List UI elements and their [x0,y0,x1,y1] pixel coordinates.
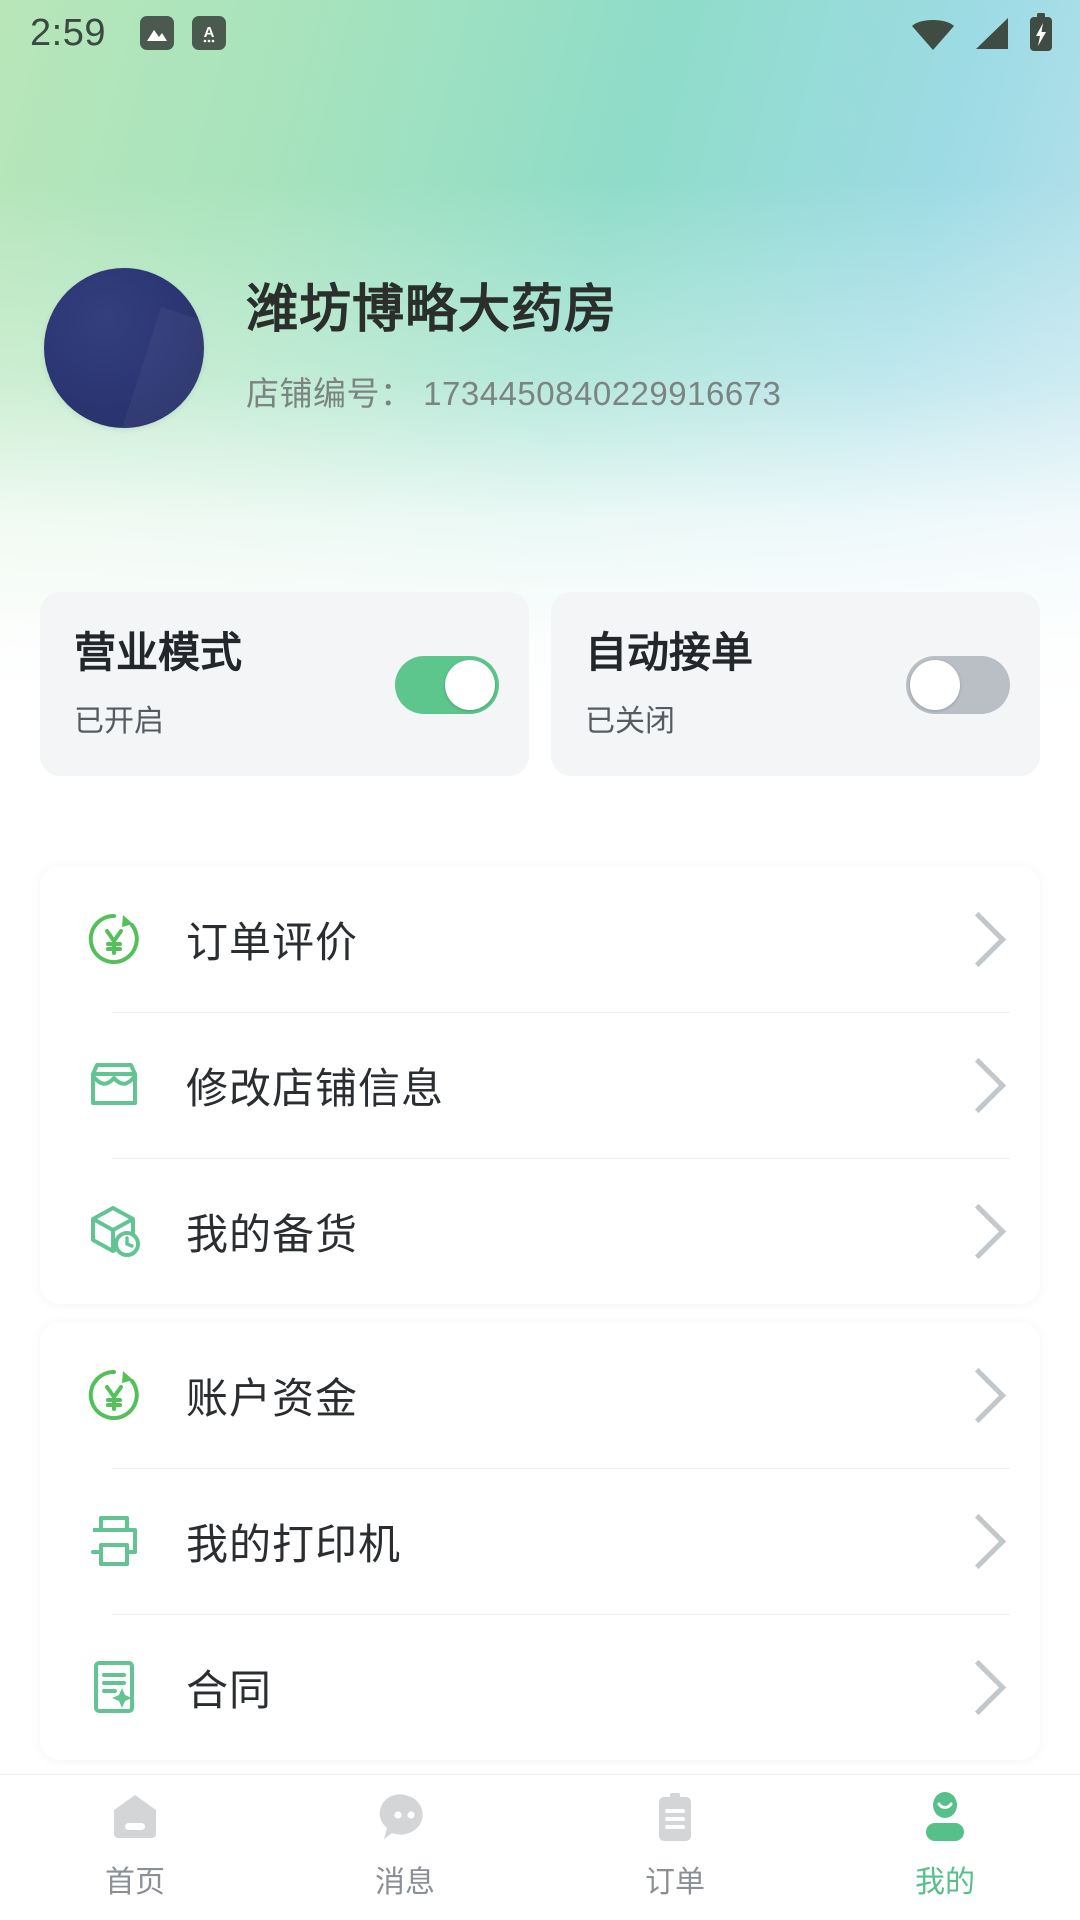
business-mode-card[interactable]: 营业模式 已开启 [40,592,529,776]
status-bar-time: 2:59 [30,11,106,54]
nav-item-messages[interactable]: 消息 [270,1789,540,1901]
menu-item-label: 合同 [186,1666,273,1714]
nav-item-label: 我的 [915,1866,975,1899]
menu-item-label: 订单评价 [186,918,359,966]
nav-item-home[interactable]: 首页 [0,1789,270,1901]
menu-item-order-review[interactable]: 订单评价 [40,866,1040,1012]
shop-id: 店铺编号： 1734450840229916673 [246,374,782,412]
menu-item-my-stock[interactable]: 我的备货 [40,1158,1040,1304]
person-icon [917,1789,973,1845]
chevron-right-icon [950,1367,1007,1423]
menu-item-account-funds[interactable]: 账户资金 [40,1322,1040,1468]
menu-group-shop: 订单评价 修改店铺信息 我的备货 [40,866,1040,1304]
status-bar-notification-icons: A [139,16,226,50]
bottom-navigation-bar: 首页 消息 订单 我的 [0,1774,1080,1920]
shop-name: 潍坊博略大药房 [246,281,618,340]
chevron-right-icon [950,1513,1007,1569]
menu-item-contract[interactable]: 合同 [40,1614,1040,1760]
shop-profile-text: 潍坊博略大药房 店铺编号： 1734450840229916673 [246,281,781,415]
chevron-right-icon [950,1057,1007,1113]
auto-accept-card[interactable]: 自动接单 已关闭 [551,592,1040,776]
storefront-icon [84,1055,144,1115]
menu-item-label: 账户资金 [186,1374,359,1422]
auto-accept-status: 已关闭 [585,705,675,739]
avatar[interactable] [44,268,204,428]
nav-item-profile[interactable]: 我的 [810,1789,1080,1901]
battery-charging-icon [1030,13,1052,51]
wifi-icon [912,20,954,50]
clipboard-icon [647,1789,703,1845]
menu-group-account: 账户资金 我的打印机 合同 [40,1322,1040,1760]
status-bar-system-icons [910,13,1054,53]
app-badge-icon: A [191,16,226,50]
auto-accept-toggle[interactable] [906,656,1010,714]
app-screen: 2:59 A 潍坊博略大药房 店铺编号： 1734450840229916673… [0,0,1080,1920]
yuan-refresh-icon [84,909,144,969]
nav-item-orders[interactable]: 订单 [540,1789,810,1901]
nav-item-label: 消息 [375,1866,435,1899]
nav-item-label: 订单 [645,1866,705,1899]
status-bar: 2:59 A [0,0,1080,66]
toggle-knob [445,660,495,710]
business-mode-toggle[interactable] [395,656,499,714]
cellular-signal-icon [976,18,1008,49]
svg-text:A: A [204,24,215,41]
toggle-knob [910,660,960,710]
menu-item-label: 修改店铺信息 [186,1064,445,1112]
chevron-right-icon [950,1203,1007,1259]
auto-accept-texts: 自动接单 已关闭 [585,628,754,740]
auto-accept-title: 自动接单 [585,628,754,676]
nav-item-label: 首页 [105,1866,165,1899]
toggle-cards-row: 营业模式 已开启 自动接单 已关闭 [40,592,1040,776]
home-icon [107,1789,163,1845]
menu-item-label: 我的备货 [186,1210,359,1258]
contract-star-icon [84,1657,144,1717]
chat-bubble-icon [377,1789,433,1845]
business-mode-title: 营业模式 [74,628,243,676]
image-icon [139,16,174,50]
printer-icon [84,1511,144,1571]
business-mode-texts: 营业模式 已开启 [74,628,243,740]
menu-item-label: 我的打印机 [186,1520,402,1568]
box-clock-icon [84,1201,144,1261]
chevron-right-icon [950,1659,1007,1715]
menu-item-my-printer[interactable]: 我的打印机 [40,1468,1040,1614]
business-mode-status: 已开启 [74,705,164,739]
chevron-right-icon [950,911,1007,967]
shop-profile-header[interactable]: 潍坊博略大药房 店铺编号： 1734450840229916673 [44,268,1040,428]
menu-item-edit-shop-info[interactable]: 修改店铺信息 [40,1012,1040,1158]
yuan-refresh-icon [84,1365,144,1425]
